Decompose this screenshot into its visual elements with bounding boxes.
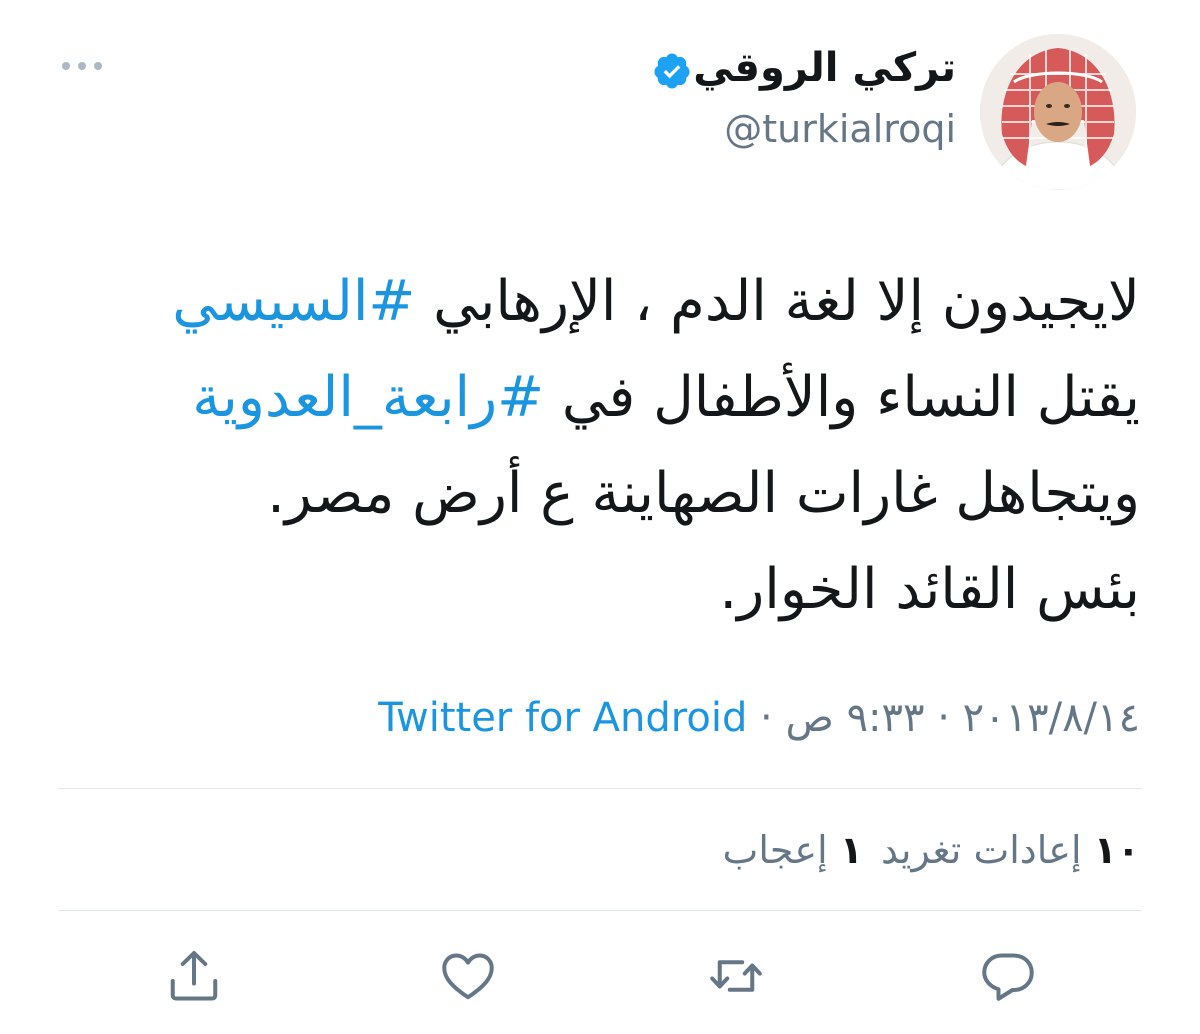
- retweet-icon: [710, 960, 762, 992]
- tweet-line: يقتل النساء والأطفال في #رابعة_العدوية: [50, 350, 1140, 446]
- display-name[interactable]: تركي الروقي: [693, 42, 956, 94]
- heart-icon: [442, 953, 494, 1000]
- tweet-line: بئس القائد الخوار.: [719, 557, 1140, 622]
- more-horizontal-icon[interactable]: [58, 54, 106, 78]
- share-button[interactable]: [164, 946, 224, 1006]
- tweet-line-text: يقتل النساء والأطفال في: [544, 365, 1140, 430]
- likes-label: إعجاب: [722, 828, 828, 872]
- hashtag-link[interactable]: #السيسي: [172, 269, 415, 334]
- tweet-line-text: لايجيدون إلا لغة الدم ، الإرهابي: [415, 269, 1140, 334]
- meta-separator: ·: [747, 695, 786, 741]
- tweet-line: ويتجاهل غارات الصهاينة ع أرض مصر.: [267, 461, 1140, 526]
- retweet-button[interactable]: [706, 946, 766, 1006]
- tweet-stats: ١٠ إعادات تغريد ١ إعجاب: [723, 822, 1140, 878]
- tweet-source-link[interactable]: Twitter for Android: [378, 695, 747, 741]
- username[interactable]: @turkialroqi: [724, 104, 956, 154]
- avatar[interactable]: [980, 34, 1136, 190]
- divider: [58, 910, 1142, 911]
- hashtag-link[interactable]: #رابعة_العدوية: [192, 365, 544, 430]
- reply-icon: [982, 953, 1034, 1001]
- likes-count: ١: [839, 828, 863, 872]
- like-button[interactable]: [438, 946, 498, 1006]
- tweet-time: ٩:٣٣ ص: [785, 695, 925, 741]
- meta-separator: ·: [924, 695, 963, 741]
- profile-photo: [980, 34, 1136, 190]
- tweet-line: لايجيدون إلا لغة الدم ، الإرهابي #السيسي: [50, 254, 1140, 350]
- tweet-text: لايجيدون إلا لغة الدم ، الإرهابي #السيسي…: [50, 254, 1140, 638]
- tweet-meta: ٢٠١٣/٨/١٤ · ٩:٣٣ ص · Twitter for Android: [378, 690, 1140, 746]
- retweets-stat[interactable]: ١٠ إعادات تغريد: [881, 828, 1140, 872]
- divider: [58, 788, 1142, 789]
- reply-button[interactable]: [978, 946, 1038, 1006]
- tweet-date: ٢٠١٣/٨/١٤: [962, 695, 1140, 741]
- share-icon: [170, 951, 218, 1001]
- likes-stat[interactable]: ١ إعجاب: [723, 828, 863, 872]
- retweets-label: إعادات تغريد: [880, 828, 1082, 872]
- verified-badge-icon: [654, 53, 690, 89]
- retweets-count: ١٠: [1093, 828, 1140, 872]
